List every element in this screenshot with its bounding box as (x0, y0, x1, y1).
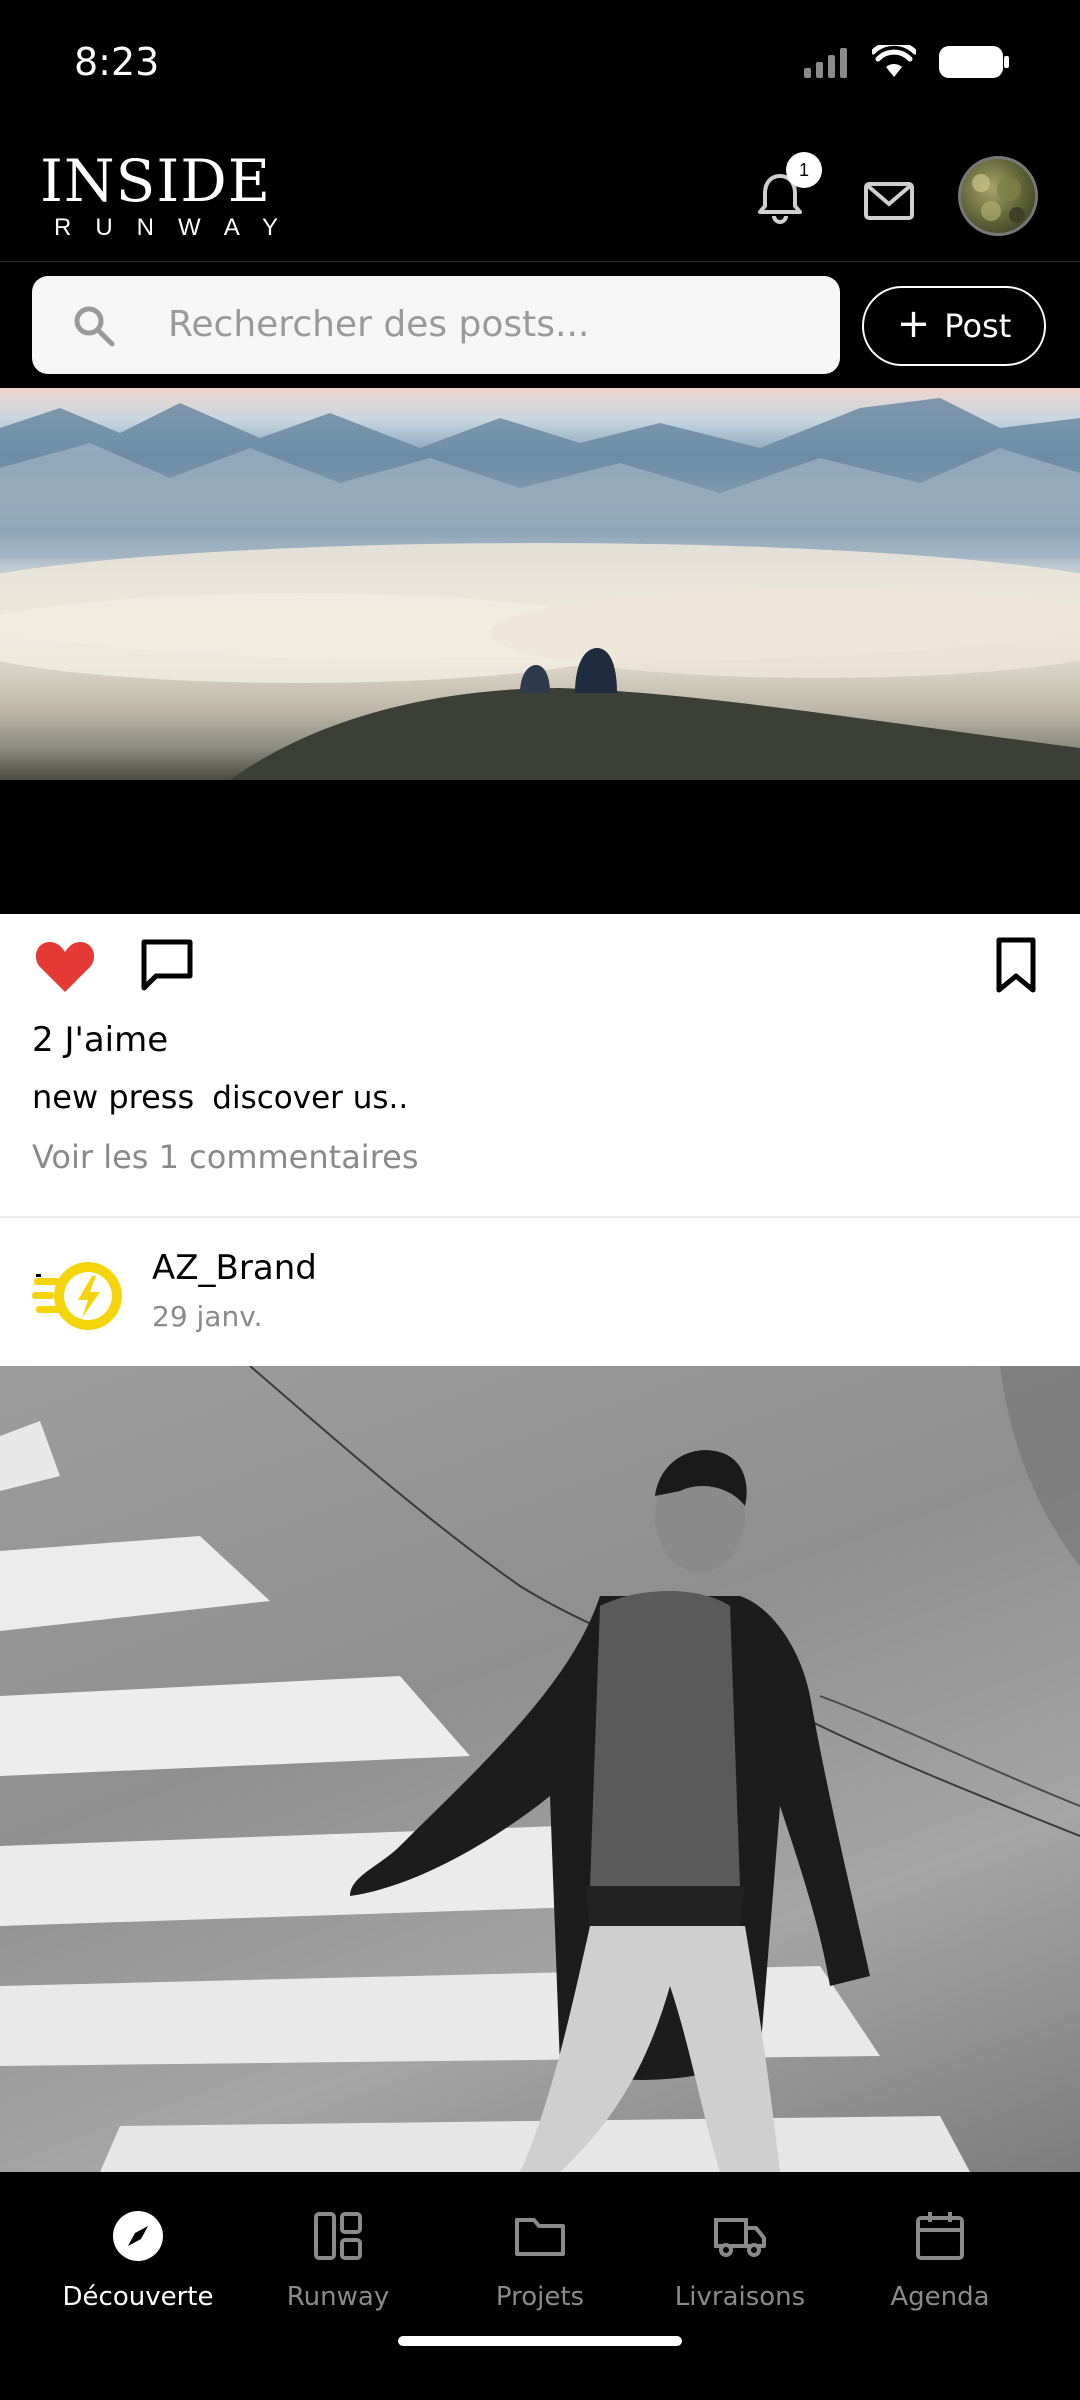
status-time: 8:23 (74, 40, 160, 84)
feed-area: 2 J'aime new press discover us.. Voir le… (0, 914, 1080, 1366)
comment-icon[interactable] (138, 936, 196, 994)
wifi-icon (872, 45, 916, 77)
post-image-mountains[interactable] (0, 388, 1080, 780)
caption-author[interactable]: new press (32, 1078, 194, 1116)
home-indicator[interactable] (398, 2336, 682, 2346)
media-letterbox (0, 780, 1080, 914)
post-date: 29 janv. (152, 1300, 263, 1333)
app-header: INSIDE RUNWAY 1 (0, 130, 1080, 262)
view-comments-link[interactable]: Voir les 1 commentaires (32, 1138, 419, 1176)
likes-count[interactable]: 2 J'aime (32, 1020, 168, 1060)
search-placeholder: Rechercher des posts... (168, 304, 590, 345)
nav-label: Livraisons (674, 2282, 806, 2312)
search-input[interactable]: Rechercher des posts... (32, 276, 840, 374)
notification-badge: 1 (786, 152, 822, 188)
status-bar: 8:23 (0, 0, 1080, 130)
nav-item-livraisons[interactable]: Livraisons (640, 2208, 840, 2312)
plus-icon: + (896, 301, 931, 347)
mountain-scene (0, 398, 1080, 780)
nav-item-projets[interactable]: Projets (440, 2208, 640, 2312)
nav-item-runway[interactable]: Runway (238, 2208, 438, 2312)
post-caption: new press discover us.. (32, 1078, 408, 1116)
post-button-label: Post (944, 307, 1012, 345)
nav-label: Agenda (890, 2282, 990, 2312)
post-divider (0, 1216, 1080, 1218)
heart-icon[interactable] (34, 936, 96, 994)
folder-icon (515, 2218, 565, 2256)
post-image-man-crosswalk[interactable] (0, 1366, 1080, 2172)
crosswalk-scene (0, 1366, 1080, 2172)
nav-label: Projets (495, 2282, 585, 2312)
mail-icon[interactable] (862, 174, 916, 228)
nav-item-agenda[interactable]: Agenda (840, 2208, 1040, 2312)
bottom-navigation: Découverte Runway Projets Livraisons Age… (0, 2172, 1080, 2400)
new-post-button[interactable]: + Post (862, 286, 1046, 366)
dashboard-icon (314, 2212, 362, 2260)
logo-bottom-text: RUNWAY (54, 214, 302, 241)
bookmark-icon[interactable] (994, 936, 1038, 994)
brand-avatar[interactable] (32, 1248, 128, 1344)
compass-icon (113, 2211, 163, 2261)
nav-label: Découverte (62, 2282, 214, 2312)
battery-icon (939, 46, 1009, 78)
logo-top-text: INSIDE (40, 147, 272, 215)
nav-label: Runway (286, 2282, 390, 2312)
signal-icon (804, 48, 847, 78)
avatar-image (972, 174, 1025, 223)
search-row: Rechercher des posts... + Post (0, 262, 1080, 388)
nav-item-decouverte[interactable]: Découverte (38, 2208, 238, 2312)
status-icons (802, 44, 1010, 80)
inside-runway-logo: INSIDE RUNWAY (40, 147, 302, 242)
calendar-icon (916, 2212, 964, 2260)
search-icon (74, 306, 115, 347)
caption-text: discover us.. (212, 1080, 409, 1116)
truck-icon (714, 2218, 766, 2257)
post-username[interactable]: AZ_Brand (152, 1248, 317, 1288)
avatar[interactable] (958, 156, 1038, 236)
